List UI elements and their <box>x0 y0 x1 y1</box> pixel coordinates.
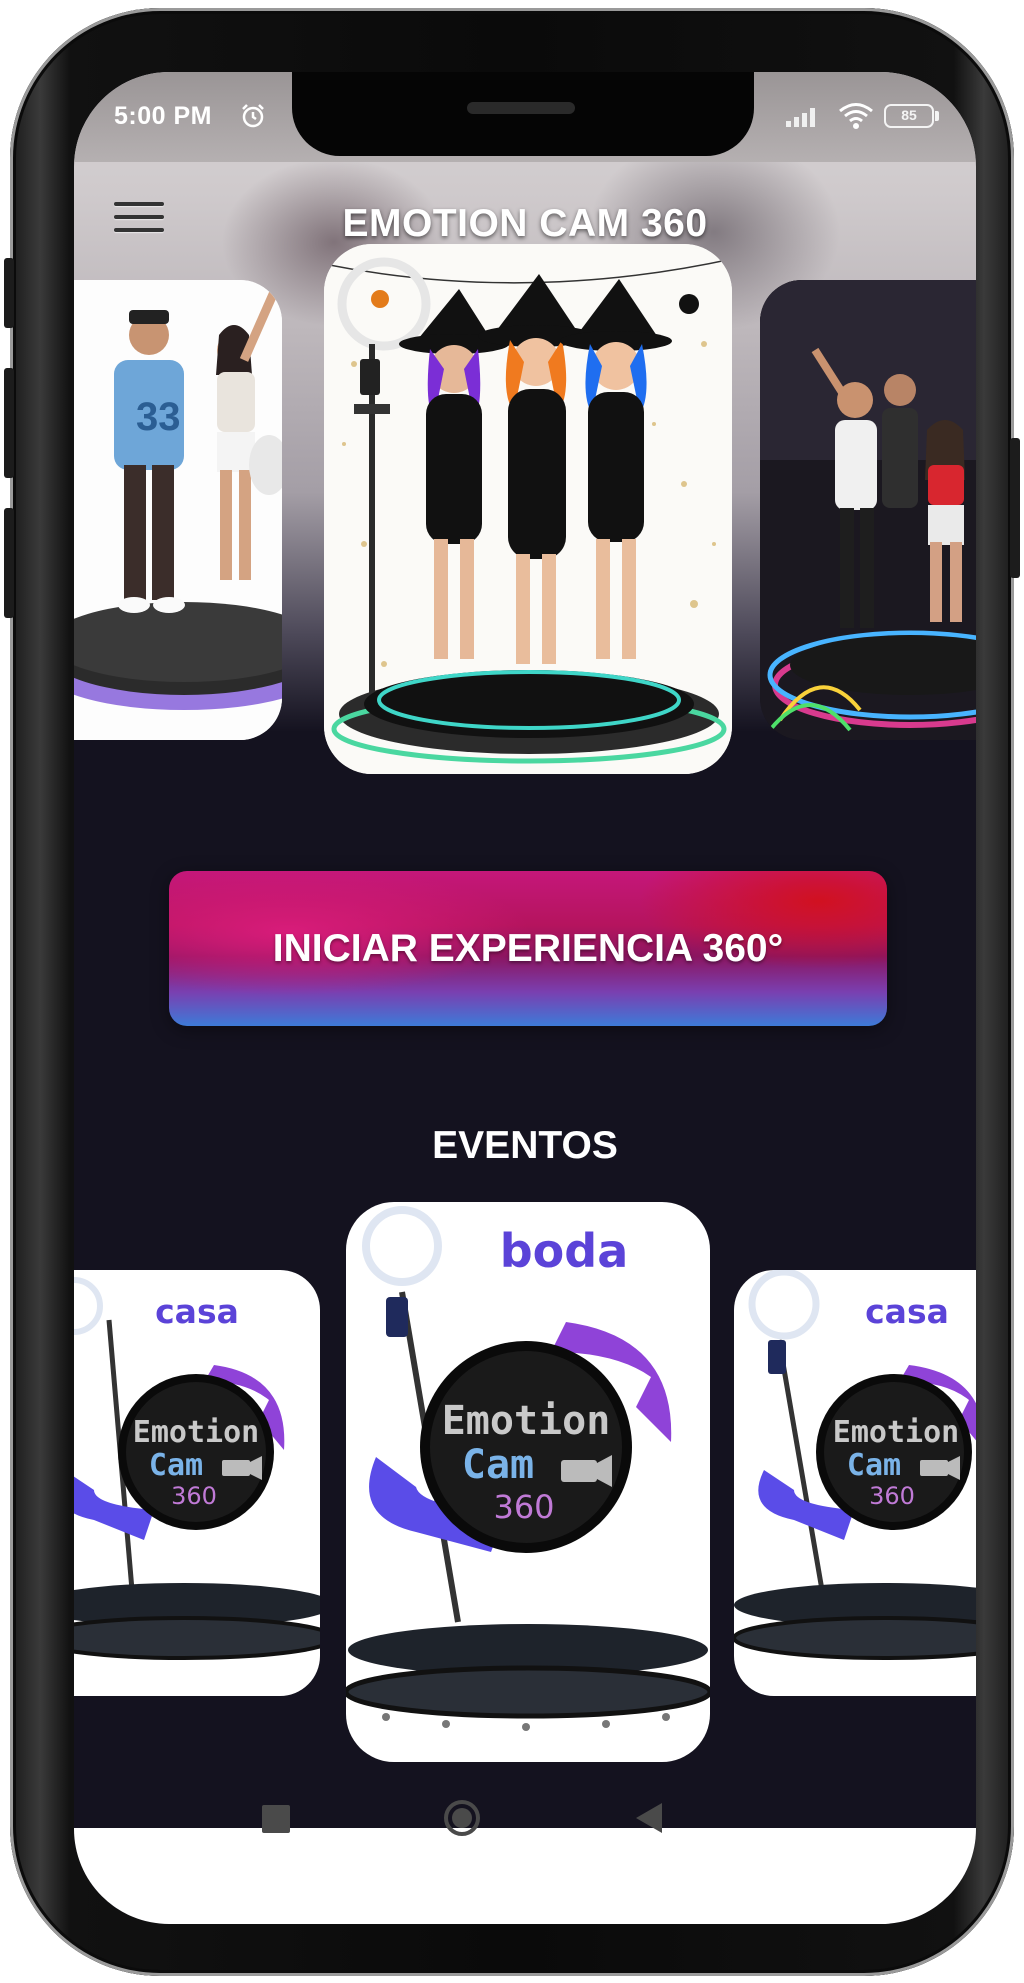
recent-apps-icon[interactable] <box>262 1805 290 1833</box>
svg-text:Emotion: Emotion <box>442 1398 611 1444</box>
start-experience-button[interactable]: INICIAR EXPERIENCIA 360° <box>169 871 887 1026</box>
signal-icon <box>786 108 815 127</box>
svg-text:Cam: Cam <box>847 1448 901 1483</box>
carousel-slide-right[interactable] <box>760 280 976 740</box>
svg-text:Emotion: Emotion <box>833 1415 959 1450</box>
svg-text:360: 360 <box>493 1488 554 1526</box>
svg-text:33: 33 <box>136 395 181 439</box>
event-card-casa-left[interactable]: casa Emotion Cam 360 <box>74 1270 320 1696</box>
emotion-cam-360-logo: Emotion Cam 360 <box>734 1270 976 1660</box>
carousel-slide-center[interactable] <box>324 244 732 774</box>
emotion-cam-360-logo: Emotion Cam 360 <box>346 1206 710 1731</box>
app-screen: 5:00 PM 85 EMOTION CAM 360 33 INICIAR EX… <box>74 72 976 1924</box>
page-title: EMOTION CAM 360 <box>342 202 708 245</box>
start-experience-label: INICIAR EXPERIENCIA 360° <box>272 926 784 970</box>
phone-frame: 5:00 PM 85 EMOTION CAM 360 33 INICIAR EX… <box>4 8 1020 1976</box>
svg-text:Cam: Cam <box>149 1448 203 1483</box>
power-button <box>1010 438 1020 578</box>
emotion-cam-360-logo: Emotion Cam 360 <box>74 1277 320 1660</box>
event-card-casa-right[interactable]: casa Emotion Cam 360 <box>734 1270 976 1696</box>
home-icon[interactable] <box>444 1800 480 1836</box>
volume-down-button <box>4 508 14 618</box>
events-title: EVENTOS <box>432 1124 618 1167</box>
photo-party-360-platform <box>760 280 976 740</box>
event-card-boda[interactable]: boda Emotion Cam 360 <box>346 1202 710 1762</box>
logo-text-emotion: Emotion <box>133 1415 259 1450</box>
alarm-icon <box>242 104 264 128</box>
volume-up-button <box>4 368 14 478</box>
back-icon[interactable] <box>636 1803 662 1833</box>
svg-text:360: 360 <box>171 1482 217 1510</box>
system-nav-bar <box>74 1828 976 1924</box>
photo-couple-360-platform: 33 <box>74 280 282 740</box>
battery-icon: 85 <box>884 104 939 128</box>
volume-button <box>4 258 14 328</box>
svg-text:Cam: Cam <box>462 1442 534 1488</box>
wifi-icon <box>839 103 873 129</box>
status-time: 5:00 PM <box>114 102 212 130</box>
carousel-slide-left[interactable]: 33 <box>74 280 282 740</box>
earpiece-speaker <box>467 102 575 114</box>
svg-text:360: 360 <box>869 1482 915 1510</box>
photo-witches-360-platform <box>324 244 732 774</box>
camera-notch <box>292 72 754 156</box>
